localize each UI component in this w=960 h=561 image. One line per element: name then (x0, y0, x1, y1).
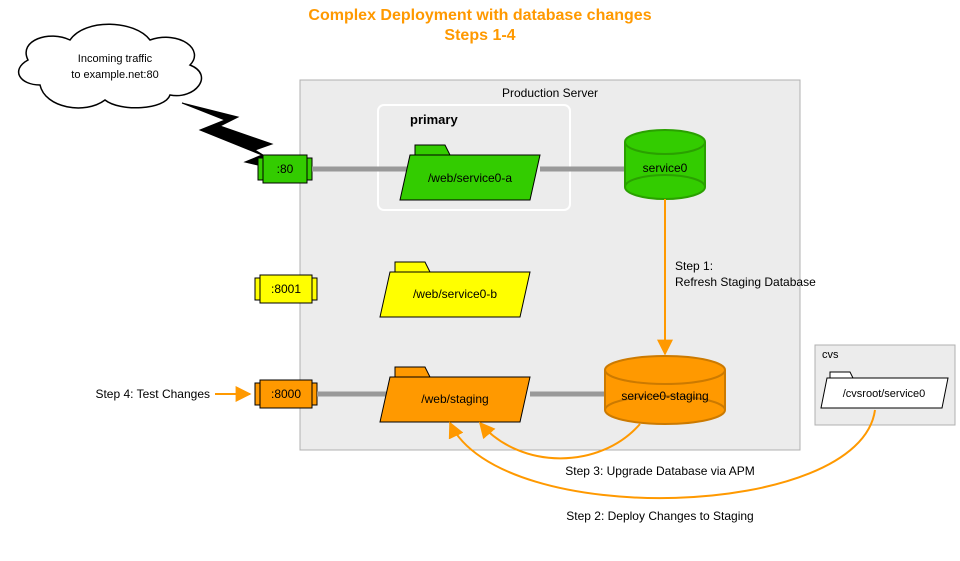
db-service0-staging: service0-staging (605, 356, 725, 424)
cvs-label: cvs (822, 349, 839, 361)
folder-service0-a-label: /web/service0-a (428, 171, 512, 185)
port-8000-label: :8000 (271, 387, 301, 401)
db-service0: service0 (625, 130, 705, 199)
port-80-label: :80 (277, 162, 294, 176)
title-line1: Complex Deployment with database changes (308, 7, 651, 24)
folder-cvsroot-label: /cvsroot/service0 (843, 388, 926, 400)
cloud-text-line1: Incoming traffic (78, 53, 153, 65)
diagram-canvas: Complex Deployment with database changes… (0, 0, 960, 561)
db-service0-label: service0 (643, 161, 688, 175)
title-line2: Steps 1-4 (444, 27, 515, 44)
primary-label: primary (410, 112, 458, 127)
folder-service0-b-label: /web/service0-b (413, 287, 497, 301)
step2-text: Step 2: Deploy Changes to Staging (566, 509, 753, 523)
port-80: :80 (258, 155, 312, 183)
db-service0-staging-label: service0-staging (621, 389, 708, 403)
cloud-incoming-traffic: Incoming traffic to example.net:80 (19, 24, 202, 108)
port-8000: :8000 (255, 380, 317, 408)
folder-staging-label: /web/staging (421, 392, 488, 406)
step1-text-line1: Step 1: (675, 259, 713, 273)
step1-text-line2: Refresh Staging Database (675, 275, 816, 289)
cloud-text-line2: to example.net:80 (71, 69, 158, 81)
step3-text: Step 3: Upgrade Database via APM (565, 464, 754, 478)
port-8001: :8001 (255, 275, 317, 303)
production-server-label: Production Server (502, 86, 598, 100)
step4-text: Step 4: Test Changes (95, 387, 210, 401)
port-8001-label: :8001 (271, 282, 301, 296)
